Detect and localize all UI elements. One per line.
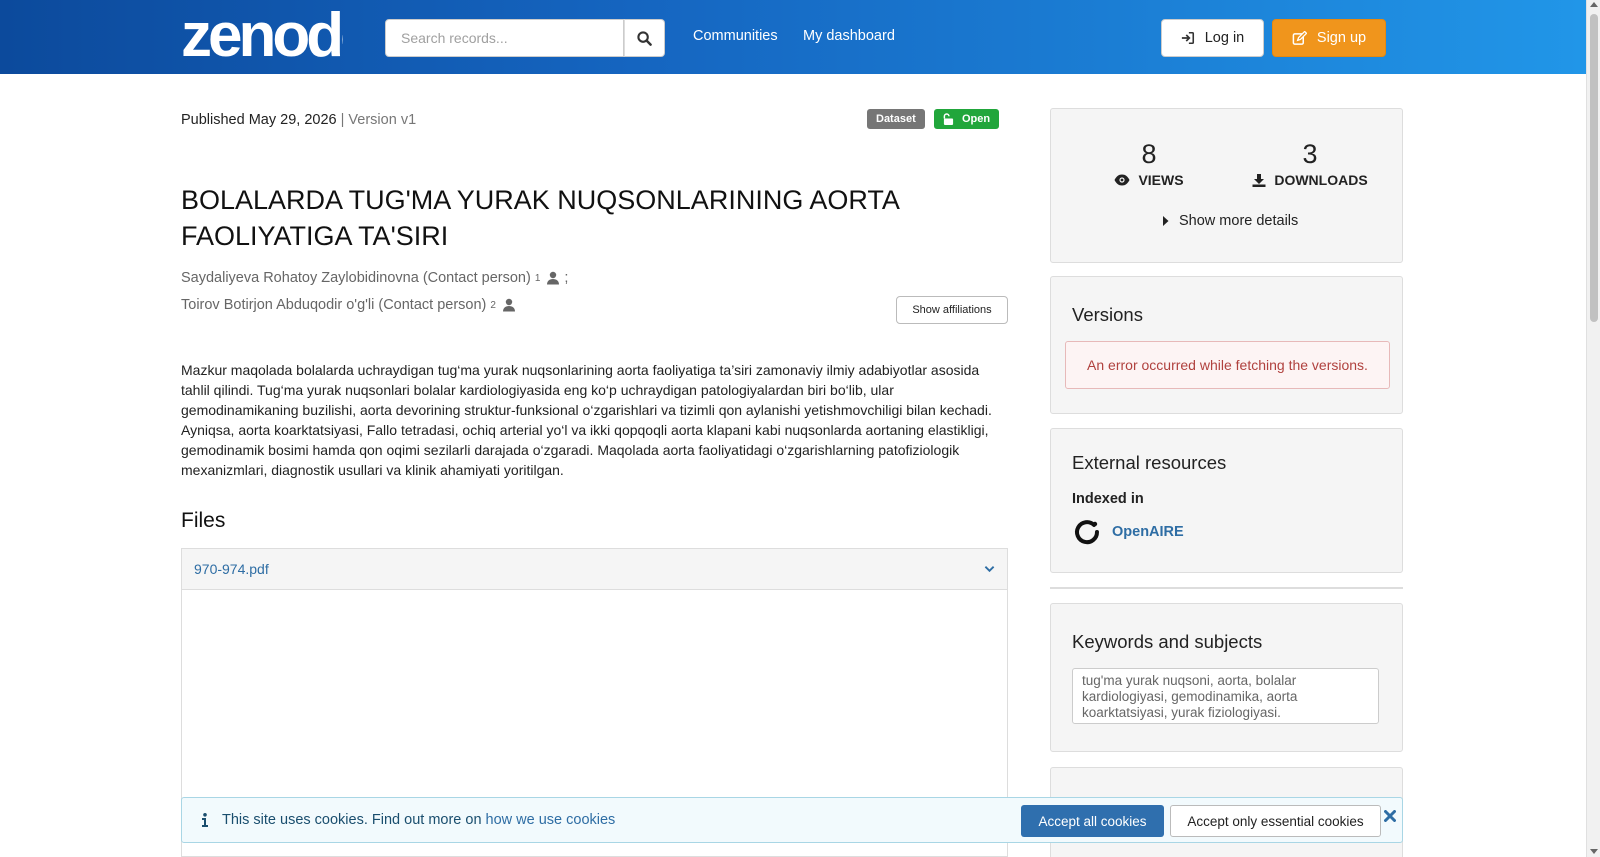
- author-separator: ;: [564, 270, 569, 286]
- keywords-box: tug'ma yurak nuqsoni, aorta, bolalar kar…: [1072, 668, 1379, 724]
- login-label: Log in: [1204, 30, 1245, 46]
- eye-icon: [1114, 174, 1130, 186]
- download-icon: [1252, 174, 1266, 187]
- nav-communities[interactable]: Communities: [693, 28, 778, 44]
- affiliation-number: 1: [534, 272, 541, 284]
- signup-button[interactable]: Sign up: [1272, 19, 1386, 57]
- views-count: 8: [1141, 139, 1157, 169]
- user-icon: [547, 271, 560, 285]
- caret-right-icon: [1163, 216, 1169, 226]
- author-entry: Toirov Botirjon Abduqodir o'g'li (Contac…: [181, 297, 516, 313]
- scrollbar-thumb[interactable]: [1590, 14, 1598, 322]
- record-title: BOLALARDA TUG'MA YURAK NUQSONLARINING AO…: [181, 185, 899, 251]
- author-name[interactable]: Toirov Botirjon Abduqodir o'g'li (Contac…: [181, 297, 486, 313]
- sign-in-icon: [1181, 31, 1194, 45]
- version-text: | Version v1: [340, 112, 417, 128]
- login-button[interactable]: Log in: [1161, 19, 1264, 57]
- published-label: Published: [181, 112, 245, 128]
- author-name[interactable]: Saydaliyeva Rohatoy Zaylobidinovna (Cont…: [181, 270, 531, 286]
- show-more-details[interactable]: Show more details: [1163, 213, 1298, 229]
- cookie-text: This site uses cookies. Find out more on: [222, 812, 482, 828]
- accept-essential-cookies-button[interactable]: Accept only essential cookies: [1170, 805, 1381, 837]
- indexed-in-label: Indexed in: [1072, 491, 1144, 507]
- search-icon: [637, 30, 652, 46]
- page-scrollbar[interactable]: [1586, 0, 1600, 857]
- external-heading: External resources: [1072, 452, 1227, 473]
- downloads-stat: 3 DOWNLOADS: [1247, 139, 1373, 188]
- openaire-icon: [1075, 520, 1100, 545]
- downloads-label: DOWNLOADS: [1274, 172, 1368, 188]
- views-label: VIEWS: [1138, 172, 1184, 188]
- external-resources-panel: External resources Indexed in OpenAIRE: [1050, 428, 1403, 573]
- signup-label: Sign up: [1316, 30, 1367, 46]
- cookie-message: This site uses cookies. Find out more on…: [202, 812, 615, 828]
- affiliation-number: 2: [490, 299, 496, 311]
- access-label: Open: [962, 113, 991, 125]
- cookie-banner: This site uses cookies. Find out more on…: [181, 797, 1403, 843]
- sidebar-divider: [1050, 587, 1403, 589]
- show-more-label: Show more details: [1179, 213, 1299, 229]
- accept-all-cookies-button[interactable]: Accept all cookies: [1021, 805, 1164, 837]
- openaire-link[interactable]: OpenAIRE: [1072, 517, 1184, 547]
- search-input[interactable]: [385, 19, 625, 57]
- zenodo-logo[interactable]: zenodo: [181, 6, 343, 62]
- show-affiliations-button[interactable]: Show affiliations: [896, 296, 1008, 324]
- access-badge: Open: [934, 109, 1000, 129]
- close-icon[interactable]: [1384, 810, 1396, 822]
- versions-error: An error occurred while fetching the ver…: [1065, 341, 1390, 389]
- author-entry: Saydaliyeva Rohatoy Zaylobidinovna (Cont…: [181, 270, 568, 286]
- cookie-policy-link[interactable]: how we use cookies: [486, 812, 616, 828]
- downloads-count: 3: [1302, 139, 1318, 169]
- publication-info: Published May 29, 2026 | Version v1: [181, 112, 416, 128]
- search-bar: [385, 19, 665, 57]
- versions-panel: Versions An error occurred while fetchin…: [1050, 276, 1403, 414]
- files-heading: Files: [181, 509, 226, 532]
- scroll-up-arrow[interactable]: [1590, 2, 1598, 7]
- chevron-down-icon[interactable]: [984, 565, 995, 573]
- user-icon: [502, 298, 515, 312]
- unlock-icon: [943, 113, 954, 125]
- resource-type-badge: Dataset: [867, 109, 925, 129]
- search-button[interactable]: [624, 19, 665, 57]
- file-accordion-header[interactable]: 970-974.pdf: [181, 548, 1008, 590]
- file-link[interactable]: 970-974.pdf: [194, 561, 269, 577]
- versions-heading: Versions: [1072, 304, 1143, 325]
- published-date: May 29, 2026: [248, 112, 337, 128]
- svg-text:zenodo: zenodo: [181, 6, 343, 62]
- abstract: Mazkur maqolada bolalarda uchraydigan tu…: [181, 362, 992, 478]
- info-icon: [202, 813, 208, 827]
- keywords-heading: Keywords and subjects: [1072, 631, 1263, 652]
- edit-icon: [1292, 30, 1307, 45]
- scroll-down-arrow[interactable]: [1590, 849, 1598, 854]
- stats-panel: 8 VIEWS 3 DOWNLOADS Show more details: [1050, 108, 1403, 263]
- nav-my-dashboard[interactable]: My dashboard: [803, 28, 895, 44]
- openaire-label: OpenAIRE: [1112, 524, 1184, 540]
- views-stat: 8 VIEWS: [1109, 139, 1189, 188]
- keywords-panel: Keywords and subjects tug'ma yurak nuqso…: [1050, 603, 1403, 752]
- top-navbar: zenodo Communities My dashboard Log in S…: [0, 0, 1586, 74]
